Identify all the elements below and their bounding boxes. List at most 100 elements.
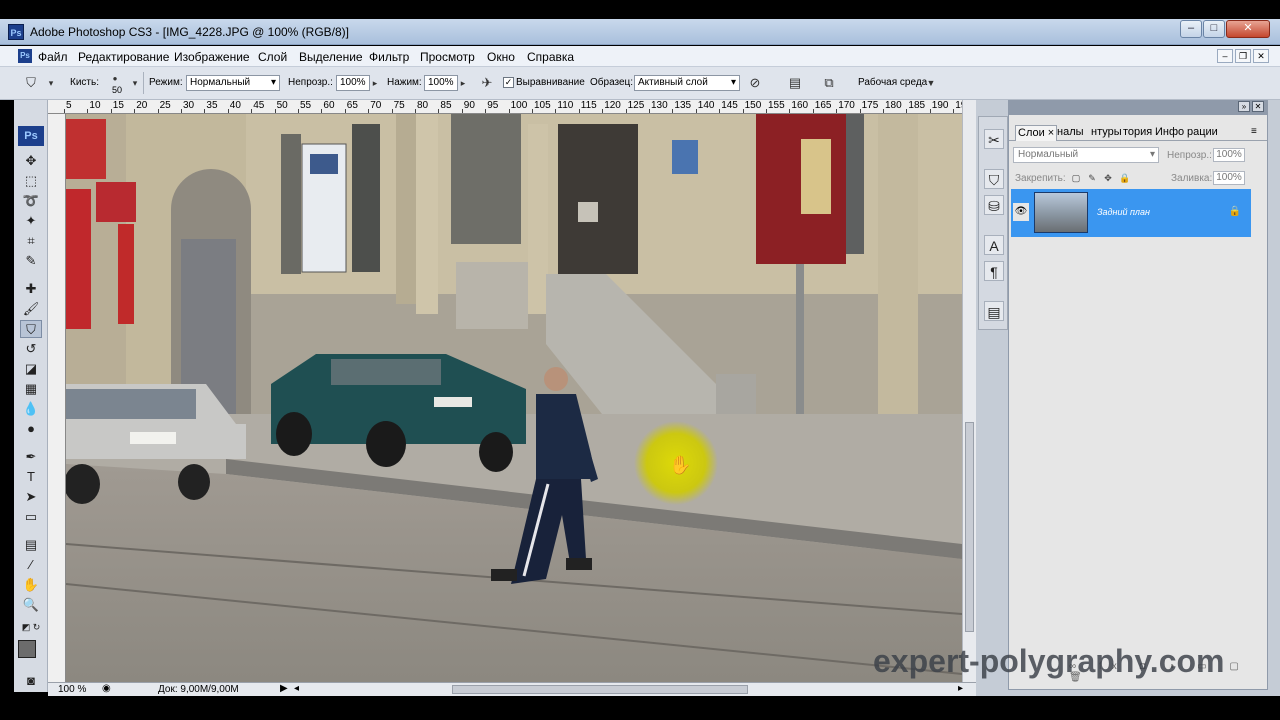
palette-well-icon[interactable]: ▤: [786, 74, 804, 92]
vertical-scrollbar[interactable]: [962, 100, 976, 682]
crop-tool-icon[interactable]: ⌗: [20, 232, 42, 250]
foreground-color-swatch[interactable]: [18, 640, 36, 658]
doc-restore-button[interactable]: ❐: [1235, 49, 1251, 63]
tool-preset-dropdown-icon[interactable]: ▾: [42, 74, 60, 92]
blur-tool-icon[interactable]: 💧: [20, 400, 42, 418]
panel-menu-icon[interactable]: ≡: [1249, 125, 1259, 141]
layer-thumbnail: [1034, 192, 1088, 233]
menu-select[interactable]: Выделение: [299, 50, 363, 64]
scroll-right-icon[interactable]: ▸: [958, 683, 963, 694]
ruler-label: 40: [229, 100, 241, 111]
menu-filter[interactable]: Фильтр: [369, 50, 409, 64]
ruler-tick: [742, 109, 744, 113]
tab-layers[interactable]: Слои ×: [1015, 125, 1058, 141]
status-options-icon[interactable]: ◉: [102, 683, 111, 694]
clone-stamp-tool-icon[interactable]: ⛉: [20, 320, 42, 338]
close-button[interactable]: ✕: [1226, 20, 1270, 38]
layer-row-background[interactable]: 👁 Задний план 🔒: [1011, 189, 1251, 237]
minimize-button[interactable]: –: [1180, 20, 1202, 38]
tab-info[interactable]: Инфо: [1153, 125, 1186, 141]
move-tool-icon[interactable]: ✥: [20, 152, 42, 170]
menu-window[interactable]: Окно: [487, 50, 515, 64]
lasso-tool-icon[interactable]: ➰: [20, 192, 42, 210]
type-tool-icon[interactable]: T: [20, 468, 42, 486]
mode-select[interactable]: Нормальный: [186, 75, 280, 91]
ruler-label: 50: [276, 100, 288, 111]
tab-actions[interactable]: рации: [1185, 125, 1220, 141]
clone-source-icon[interactable]: ⛉: [984, 169, 1004, 189]
ignore-adjustment-layers-icon[interactable]: ⊘: [746, 74, 764, 92]
flow-input[interactable]: 100%: [424, 75, 458, 91]
ruler-label: 30: [183, 100, 195, 111]
workspace-chevron-icon[interactable]: ▼: [922, 74, 940, 92]
menu-layer[interactable]: Слой: [258, 50, 287, 64]
lock-transparency-icon[interactable]: ▢: [1071, 173, 1081, 183]
menu-file[interactable]: Файл: [38, 50, 68, 64]
navigator-icon[interactable]: ▤: [984, 301, 1004, 321]
path-selection-tool-icon[interactable]: ➤: [20, 488, 42, 506]
menu-help[interactable]: Справка: [527, 50, 574, 64]
tab-paths[interactable]: нтуры: [1089, 125, 1124, 141]
bridge-icon[interactable]: ⧉: [820, 74, 838, 92]
document-canvas[interactable]: ✋: [66, 114, 962, 682]
menu-view[interactable]: Просмотр: [420, 50, 475, 64]
ruler-tick: [64, 109, 65, 113]
vertical-scroll-thumb[interactable]: [965, 422, 974, 632]
workspace-label[interactable]: Рабочая среда: [858, 77, 927, 88]
ruler-tick: [953, 109, 955, 113]
hand-tool-icon[interactable]: ✋: [20, 576, 42, 594]
character-icon[interactable]: A: [984, 235, 1004, 255]
slice-tool-icon[interactable]: ✎: [20, 252, 42, 270]
panel-close-button[interactable]: ✕: [1252, 101, 1264, 112]
history-brush-tool-icon[interactable]: ↺: [20, 340, 42, 358]
magic-wand-tool-icon[interactable]: ✦: [20, 212, 42, 230]
brushes-icon[interactable]: ⛁: [984, 195, 1004, 215]
dodge-tool-icon[interactable]: ●: [20, 420, 42, 438]
shape-tool-icon[interactable]: ▭: [20, 508, 42, 526]
photoshop-logo: Ps: [18, 126, 44, 146]
quick-mask-icon[interactable]: ◙: [20, 672, 42, 690]
aligned-checkbox[interactable]: ✓: [503, 77, 514, 88]
paragraph-icon[interactable]: ¶: [984, 261, 1004, 281]
menu-image[interactable]: Изображение: [174, 50, 250, 64]
lock-all-icon[interactable]: 🔒: [1119, 173, 1130, 183]
document-icon[interactable]: Ps: [18, 49, 32, 63]
opacity-slider-arrow-icon[interactable]: ▸: [369, 74, 381, 92]
gradient-tool-icon[interactable]: ▦: [20, 380, 42, 398]
marquee-tool-icon[interactable]: ⬚: [20, 172, 42, 190]
default-colors-icon[interactable]: ◩ ↻: [20, 618, 42, 636]
scroll-left-icon[interactable]: ◂: [294, 683, 299, 694]
maximize-button[interactable]: □: [1203, 20, 1225, 38]
zoom-tool-icon[interactable]: 🔍: [20, 596, 42, 614]
blend-mode-select[interactable]: Нормальный: [1013, 147, 1159, 163]
brush-tool-icon[interactable]: 🖌: [20, 300, 42, 318]
new-layer-icon[interactable]: ▢: [1229, 661, 1248, 672]
healing-brush-tool-icon[interactable]: ✚: [20, 280, 42, 298]
lock-pixels-icon[interactable]: ✎: [1087, 173, 1097, 183]
eyedropper-tool-icon[interactable]: ⁄: [20, 556, 42, 574]
status-menu-arrow-icon[interactable]: ▶: [280, 683, 288, 694]
pen-tool-icon[interactable]: ✒: [20, 448, 42, 466]
panel-collapse-button[interactable]: »: [1238, 101, 1250, 112]
notes-tool-icon[interactable]: ▤: [20, 536, 42, 554]
layer-opacity-input[interactable]: 100%: [1213, 148, 1245, 162]
eraser-tool-icon[interactable]: ◪: [20, 360, 42, 378]
brush-picker-chevron-icon[interactable]: ▾: [126, 74, 144, 92]
tab-history[interactable]: тория: [1121, 125, 1154, 141]
clone-stamp-tool-icon[interactable]: ⛉: [22, 74, 40, 92]
tool-presets-icon[interactable]: ✂: [984, 129, 1004, 149]
ruler-tick: [438, 109, 440, 113]
fill-input[interactable]: 100%: [1213, 171, 1245, 185]
doc-minimize-button[interactable]: –: [1217, 49, 1233, 63]
flow-slider-arrow-icon[interactable]: ▸: [457, 74, 469, 92]
lock-position-icon[interactable]: ✥: [1103, 173, 1113, 183]
visibility-eye-icon[interactable]: 👁: [1013, 203, 1029, 221]
zoom-level[interactable]: 100 %: [58, 684, 86, 695]
horizontal-scroll-thumb[interactable]: [452, 685, 748, 694]
opacity-input[interactable]: 100%: [336, 75, 370, 91]
airbrush-icon[interactable]: ✈: [478, 74, 496, 92]
sample-select[interactable]: Активный слой: [634, 75, 740, 91]
tab-channels[interactable]: налы: [1055, 125, 1086, 141]
menu-edit[interactable]: Редактирование: [78, 50, 169, 64]
doc-close-button[interactable]: ✕: [1253, 49, 1269, 63]
